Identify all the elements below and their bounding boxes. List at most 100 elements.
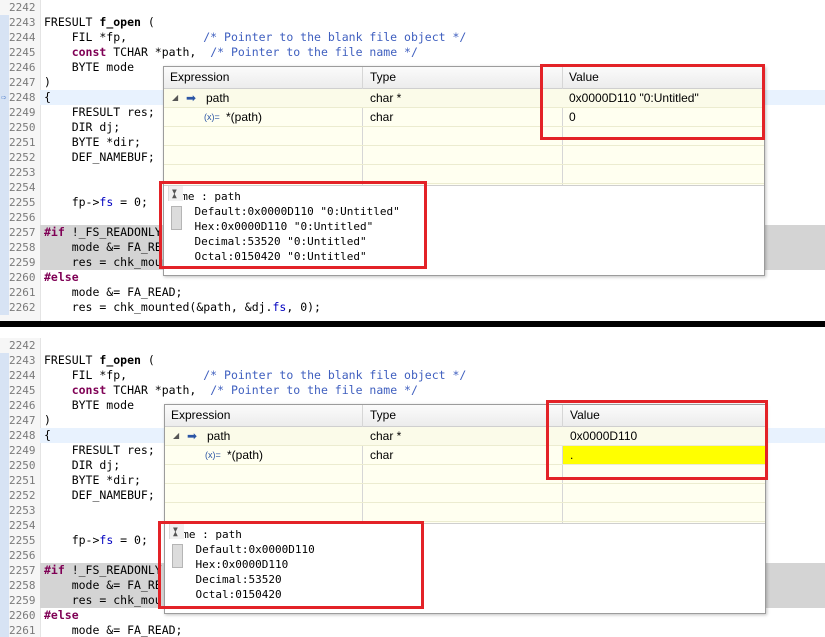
line-number: 2252 — [9, 151, 36, 164]
code-line[interactable]: 2245 const TCHAR *path, /* Pointer to th… — [0, 383, 825, 398]
line-number: 2254 — [9, 181, 36, 194]
line-number: 2243 — [9, 354, 36, 367]
code-text: fp->fs = 0; — [44, 533, 148, 547]
code-line[interactable]: 2262 res = chk_mounted(&path, &dj.fs, 0)… — [0, 300, 825, 315]
code-text: mode &= FA_RE — [44, 240, 162, 254]
code-line[interactable]: 2244 FIL *fp, /* Pointer to the blank fi… — [0, 368, 825, 383]
code-text: ) — [44, 75, 51, 89]
code-line[interactable]: 2242 — [0, 0, 825, 15]
line-number: 2262 — [9, 301, 36, 314]
code-text: BYTE *dir; — [44, 473, 141, 487]
expression-name: path — [206, 91, 230, 105]
line-number: 2251 — [9, 474, 36, 487]
line-number: 2248 — [9, 91, 36, 104]
expand-triangle-icon[interactable]: ◢ — [172, 89, 178, 107]
code-text: BYTE mode — [44, 398, 135, 412]
column-header-expression[interactable]: Expression — [171, 408, 230, 422]
line-number: 2247 — [9, 76, 36, 89]
bottom-debug-view: 2242 2243 FRESULT f_open (2244 FIL *fp, /*… — [0, 338, 825, 637]
code-text: FRESULT res; — [44, 443, 155, 457]
x-equals-expression-icon: (x)= — [205, 450, 221, 460]
code-text: mode &= FA_READ; — [44, 623, 183, 637]
code-text: mode &= FA_RE — [44, 578, 162, 592]
details-highlight-box — [158, 521, 424, 609]
line-number: 2259 — [9, 256, 36, 269]
empty-row — [165, 503, 765, 522]
expression-type: char — [370, 110, 394, 124]
column-header-type[interactable]: Type — [370, 70, 396, 84]
code-text: res = chk_mou — [44, 593, 162, 607]
column-header-expression[interactable]: Expression — [170, 70, 229, 84]
code-text: const TCHAR *path, /* Pointer to the fil… — [71, 383, 418, 397]
line-number: 2242 — [9, 339, 36, 352]
expression-type: char — [370, 448, 394, 462]
code-text: #else — [44, 608, 79, 622]
code-line[interactable]: 2243 FRESULT f_open ( — [0, 353, 825, 368]
code-text: DEF_NAMEBUF; — [44, 488, 155, 502]
code-text: FIL *fp, /* Pointer to the blank file ob… — [44, 368, 467, 382]
line-number: 2254 — [9, 519, 36, 532]
code-text: const TCHAR *path, /* Pointer to the fil… — [71, 45, 418, 59]
code-text: #if !_FS_READONLY — [44, 225, 162, 239]
line-number: 2244 — [9, 369, 36, 382]
code-text: #if !_FS_READONLY — [44, 563, 162, 577]
line-number: 2257 — [9, 226, 36, 239]
expression-name: *(path) — [227, 448, 264, 462]
line-number: 2260 — [9, 271, 36, 284]
code-text: { — [44, 428, 51, 442]
line-number: 2249 — [9, 106, 36, 119]
line-number: 2246 — [9, 399, 36, 412]
line-number: 2251 — [9, 136, 36, 149]
top-debug-view: ⇨ 2242 2243 FRESULT f_open (2244 FIL *fp, … — [0, 0, 825, 321]
line-number: 2258 — [9, 241, 36, 254]
value-column-highlight-box — [546, 400, 768, 480]
value-column-highlight-box — [540, 64, 765, 140]
line-number: 2245 — [9, 384, 36, 397]
code-text: FRESULT res; — [44, 105, 155, 119]
code-text: ) — [44, 413, 51, 427]
code-text: { — [44, 90, 51, 104]
code-text: res = chk_mount — [44, 255, 176, 269]
line-number: 2253 — [9, 166, 36, 179]
code-line[interactable]: 2261 mode &= FA_READ; — [0, 285, 825, 300]
code-line[interactable]: 2243 FRESULT f_open ( — [0, 15, 825, 30]
code-text: res = chk_mounted(&path, &dj.fs, 0); — [44, 300, 321, 314]
code-line[interactable]: 2245 const TCHAR *path, /* Pointer to th… — [0, 45, 825, 60]
expression-type: char * — [370, 429, 402, 443]
line-number: 2261 — [9, 624, 36, 637]
expand-triangle-icon[interactable]: ◢ — [173, 427, 179, 445]
line-number: 2250 — [9, 459, 36, 472]
code-text: BYTE *dir; — [44, 135, 141, 149]
line-number: 2256 — [9, 549, 36, 562]
line-number: 2256 — [9, 211, 36, 224]
code-text: FIL *fp, /* Pointer to the blank file ob… — [44, 30, 467, 44]
code-text: FRESULT f_open ( — [44, 353, 155, 367]
line-number: 2258 — [9, 579, 36, 592]
code-text: DIR dj; — [44, 458, 121, 472]
empty-row — [164, 146, 764, 165]
expression-name: path — [207, 429, 231, 443]
line-number: 2247 — [9, 414, 36, 427]
code-text: FRESULT f_open ( — [44, 15, 155, 29]
line-number: 2261 — [9, 286, 36, 299]
code-text: mode &= FA_READ; — [44, 285, 183, 299]
expression-name: *(path) — [226, 110, 263, 124]
code-line[interactable]: 2261 mode &= FA_READ; — [0, 623, 825, 637]
line-number: 2243 — [9, 16, 36, 29]
line-number: 2244 — [9, 31, 36, 44]
code-line[interactable]: 2244 FIL *fp, /* Pointer to the blank fi… — [0, 30, 825, 45]
line-number: 2252 — [9, 489, 36, 502]
panel-separator — [0, 321, 825, 327]
line-number: 2249 — [9, 444, 36, 457]
line-number: 2245 — [9, 46, 36, 59]
line-number: 2250 — [9, 121, 36, 134]
line-number: 2246 — [9, 61, 36, 74]
pointer-arrow-icon: ➡ — [187, 429, 198, 443]
line-number: 2255 — [9, 534, 36, 547]
line-number: 2257 — [9, 564, 36, 577]
code-text: #else — [44, 270, 79, 284]
line-number: 2259 — [9, 594, 36, 607]
line-number: 2253 — [9, 504, 36, 517]
code-line[interactable]: 2242 — [0, 338, 825, 353]
column-header-type[interactable]: Type — [370, 408, 396, 422]
